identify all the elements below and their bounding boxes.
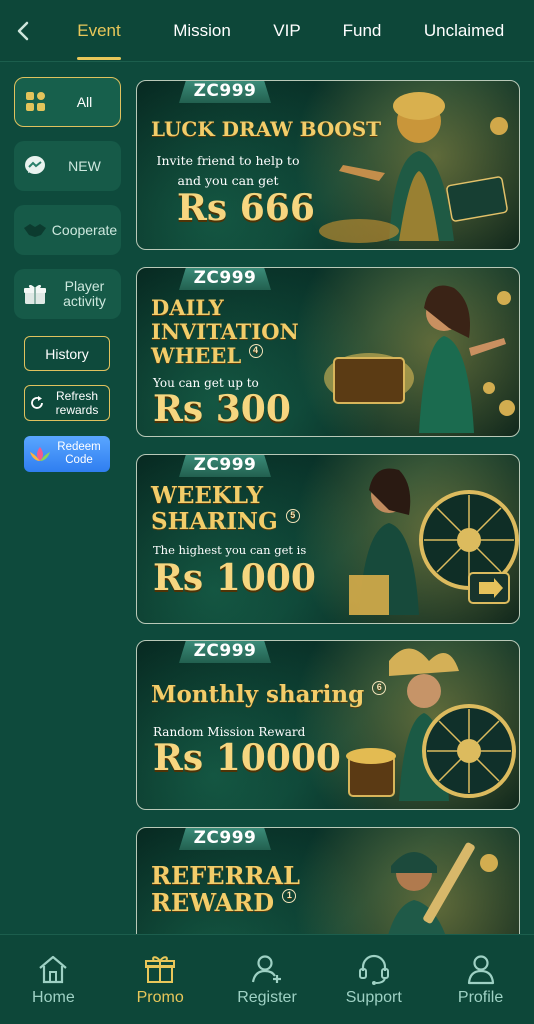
gift-icon — [145, 955, 176, 983]
nav-label: Home — [32, 988, 75, 1006]
promo-banner-monthly-sharing[interactable]: ZC999 Monthly sharing 6 Random Mission R… — [136, 640, 520, 810]
chevron-left-icon — [17, 21, 29, 40]
banner-amount: Rs 300 — [153, 388, 291, 430]
nav-label: Support — [345, 988, 402, 1006]
tab-mission[interactable]: Mission — [152, 0, 252, 62]
banner-title-text: REFERRAL REWARD — [151, 861, 300, 917]
nav-support[interactable]: Support — [324, 940, 424, 1020]
tab-event[interactable]: Event — [46, 0, 152, 62]
banner-title-text: WEEKLY SHARING — [151, 482, 278, 535]
headset-icon — [358, 954, 389, 985]
brand-logo: ZC999 — [179, 81, 271, 103]
banner-amount: Rs 1000 — [153, 557, 316, 599]
brand-logo: ZC999 — [179, 641, 271, 663]
category-new[interactable]: NEW — [14, 141, 121, 191]
nav-label: Profile — [457, 988, 504, 1006]
brand-logo: ZC999 — [179, 455, 271, 477]
category-label: Cooperate — [51, 221, 118, 238]
nav-promo[interactable]: Promo — [110, 940, 210, 1020]
user-icon — [467, 954, 494, 984]
banner-subtitle: The highest you can get is — [153, 543, 307, 557]
nav-label: Promo — [136, 988, 184, 1006]
category-player-activity[interactable]: Player activity — [14, 269, 121, 319]
grid-icon — [23, 89, 49, 115]
nav-profile[interactable]: Profile — [431, 940, 531, 1020]
refresh-rewards-button[interactable]: Refresh rewards — [24, 385, 110, 421]
top-tab-bar: Event Mission VIP Fund Unclaimed — [0, 0, 534, 62]
banner-badge: 1 — [282, 889, 297, 903]
banner-title: REFERRAL REWARD 1 — [151, 862, 321, 916]
banner-badge: 5 — [285, 509, 300, 523]
banner-amount: Rs 666 — [177, 187, 315, 229]
add-user-icon — [251, 954, 281, 983]
home-icon — [39, 955, 68, 983]
bottom-navigation: Home Promo Register Support Profile — [0, 934, 534, 1024]
banner-badge: 4 — [248, 344, 263, 358]
lotus-icon — [30, 447, 50, 461]
nav-label: Register — [237, 988, 297, 1006]
nav-register[interactable]: Register — [217, 940, 317, 1020]
banner-subtitle: Invite friend to help to and you can get — [156, 153, 300, 188]
category-label: All — [76, 93, 93, 110]
tab-fund[interactable]: Fund — [322, 0, 402, 62]
category-label: Player activity — [63, 278, 106, 309]
genie-illustration — [319, 92, 508, 243]
tab-unclaimed[interactable]: Unclaimed — [402, 0, 526, 62]
brand-logo: ZC999 — [179, 268, 271, 290]
messenger-icon — [22, 153, 48, 179]
nav-home[interactable]: Home — [3, 940, 103, 1020]
category-sidebar: All NEW Cooperate Player activity Histor… — [0, 63, 134, 933]
brand-logo: ZC999 — [179, 828, 271, 850]
goddess-wheel-illustration — [346, 648, 516, 801]
category-cooperate[interactable]: Cooperate — [14, 205, 121, 255]
treasure-lady-illustration — [324, 285, 515, 433]
redeem-code-button[interactable]: Redeem Code — [24, 436, 110, 472]
back-button[interactable] — [0, 0, 46, 62]
promo-banner-daily-invitation-wheel[interactable]: ZC999 DAILY INVITATION WHEEL 4 You can g… — [136, 267, 520, 437]
banner-title-text: DAILY INVITATION WHEEL — [151, 295, 299, 368]
gift-icon — [22, 281, 48, 307]
banner-title: WEEKLY SHARING 5 — [151, 483, 301, 535]
banner-amount: Rs 10000 — [153, 737, 341, 779]
refresh-icon — [31, 396, 43, 409]
redeem-code-label: Redeem Code — [57, 441, 101, 466]
tab-vip[interactable]: VIP — [252, 0, 322, 62]
category-all[interactable]: All — [14, 77, 121, 127]
category-label: NEW — [68, 157, 101, 174]
refresh-rewards-label: Refresh rewards — [55, 389, 99, 417]
history-button[interactable]: History — [24, 336, 110, 371]
promo-banner-luck-draw-boost[interactable]: ZC999 LUCK DRAW BOOST Invite friend to h… — [136, 80, 520, 250]
fortune-wheel-illustration — [349, 468, 519, 615]
promo-banner-weekly-sharing[interactable]: ZC999 WEEKLY SHARING 5 The highest you c… — [136, 454, 520, 624]
handshake-icon — [22, 217, 48, 243]
banner-title: DAILY INVITATION WHEEL 4 — [151, 296, 311, 368]
